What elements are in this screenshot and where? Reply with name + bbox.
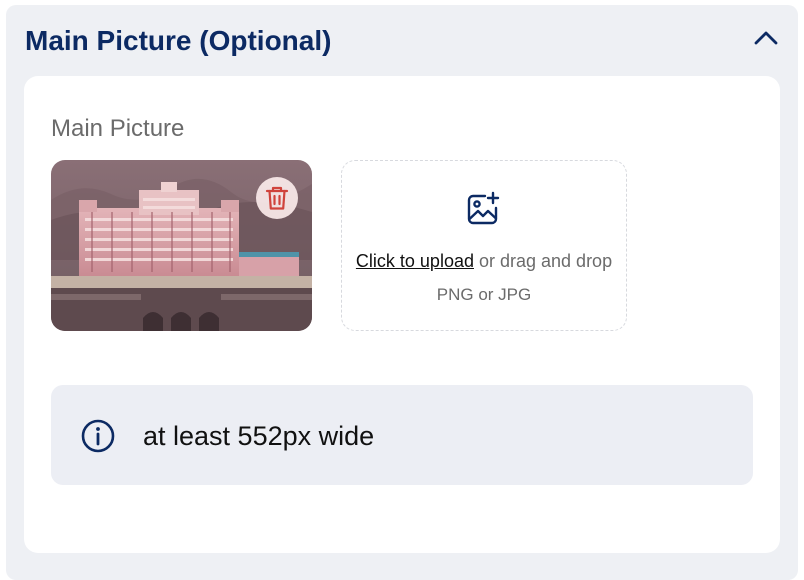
- info-icon: [81, 419, 115, 453]
- drag-drop-text: or drag and drop: [473, 251, 613, 271]
- upload-dropzone[interactable]: Click to upload or drag and drop PNG or …: [341, 160, 627, 331]
- info-text: at least 552px wide: [143, 421, 375, 451]
- trash-icon: [265, 186, 289, 210]
- info-banner: at least 552px wide: [51, 385, 753, 485]
- chevron-up-icon: [754, 31, 778, 45]
- accepted-formats: PNG or JPG: [436, 285, 532, 304]
- image-add-icon: [467, 191, 500, 225]
- section-title: Main Picture (Optional): [25, 25, 332, 56]
- delete-picture-button[interactable]: [256, 177, 298, 219]
- click-to-upload-link[interactable]: Click to upload: [356, 251, 474, 271]
- upload-card: Main Picture Click to upload or drag and…: [24, 76, 780, 553]
- field-label: Main Picture: [51, 115, 185, 142]
- upload-instructions: Click to upload or drag and drop: [342, 249, 626, 273]
- collapse-button[interactable]: [751, 23, 781, 53]
- main-picture-section: Main Picture (Optional) Main Picture Cli…: [6, 5, 798, 580]
